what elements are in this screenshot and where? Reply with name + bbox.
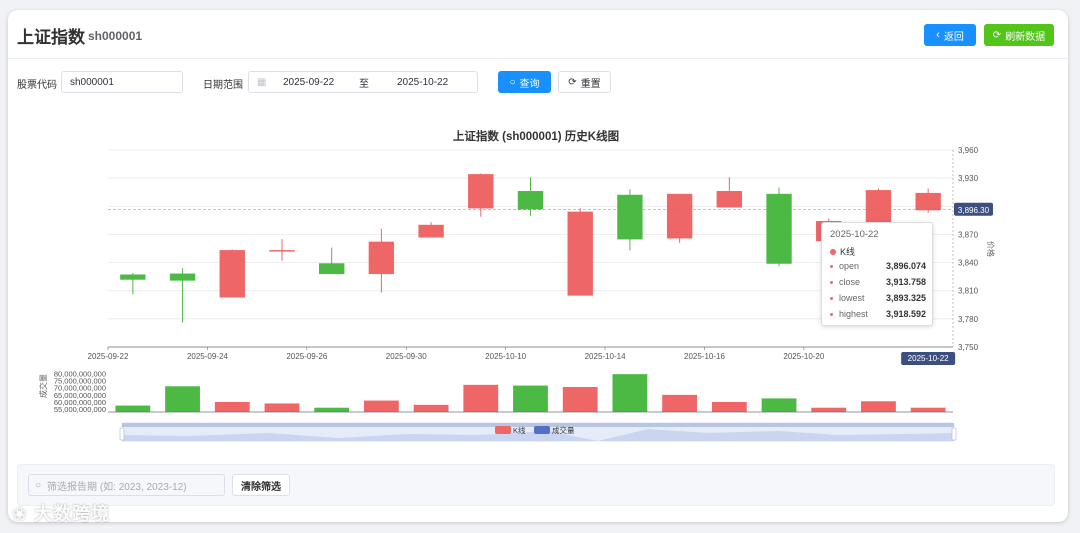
volume-bar[interactable] [910,407,946,412]
candle[interactable] [915,188,941,213]
candle[interactable] [617,189,643,251]
x-tick-label: 2025-09-24 [187,352,228,361]
y-tick-label: 3,960 [958,146,979,155]
tooltip-series-name: K线 [840,247,856,257]
candle-body [219,250,245,298]
legend-volume-label: 成交量 [552,425,575,435]
candle-body [269,250,295,252]
candle-body [368,241,395,275]
volume-bar[interactable] [711,402,747,412]
x-tick-label: 2025-09-26 [286,352,327,361]
candle[interactable] [865,188,892,226]
legend-kline-swatch [495,426,511,434]
volume-bar[interactable] [761,398,797,412]
zoom-left-handle[interactable] [119,427,125,441]
candle-body [915,192,941,211]
y-tick-label: 3,870 [958,230,979,239]
volume-tick-label: 80,000,000,000 [54,369,106,378]
candle-body [865,190,892,225]
volume-bar[interactable] [513,385,548,412]
volume-bars[interactable] [115,374,946,412]
candle-body [169,273,196,281]
volume-bar[interactable] [314,407,350,412]
candle[interactable] [468,173,494,217]
data-zoom-slider[interactable]: K线 成交量 [119,422,957,442]
y-tick-label: 3,840 [958,259,979,268]
price-axis-label: 价格 [986,241,996,257]
volume-bar[interactable] [165,386,200,412]
volume-bar[interactable] [463,384,499,412]
chart-title: 上证指数 (sh000001) 历史K线图 [453,129,619,143]
tooltip-row-lowest: lowest 3,893.325 [830,293,926,303]
tooltip-row-close: close 3,913.758 [830,277,926,287]
zoom-right-handle[interactable] [951,427,957,441]
candle-tooltip: 2025-10-22 K线 open 3,896.074 close 3,913.7… [821,222,933,326]
volume-bar[interactable] [662,394,698,412]
candle[interactable] [368,228,395,293]
y-tick-label: 3,780 [958,315,979,324]
tooltip-date: 2025-10-22 [830,229,879,240]
candles[interactable] [120,173,941,323]
volume-bar[interactable] [413,404,449,412]
y-tick-label: 3,750 [958,343,979,352]
tooltip-row-highest: highest 3,918.592 [830,309,926,319]
candle[interactable] [219,249,245,298]
candle[interactable] [766,187,792,267]
watermark-logo: ❀ 大数跨境 [12,504,111,524]
candle-body [666,193,693,239]
volume-bar[interactable] [811,407,847,412]
y-pointer-label: 3,896.30 [958,206,990,215]
volume-bar[interactable] [562,387,598,412]
tooltip-series: K线 [830,245,855,258]
candle[interactable] [319,247,345,275]
legend-volume-swatch [534,426,550,434]
x-tick-label: 2025-10-14 [585,352,626,361]
candle-body [418,224,444,238]
report-filter-placeholder: 筛选报告期 (如: 2023, 2023-12) [47,481,187,493]
report-filter-input[interactable]: ○ 筛选报告期 (如: 2023, 2023-12) [28,474,225,496]
candle[interactable] [716,177,742,208]
volume-bar[interactable] [115,405,151,412]
candle[interactable] [418,222,444,238]
candle[interactable] [120,272,146,295]
volume-bar[interactable] [363,400,399,412]
clear-filter-button[interactable]: 清除筛选 [232,474,290,496]
volume-bar[interactable] [861,401,896,412]
candle-body [120,274,146,280]
y-tick-label: 3,810 [958,287,979,296]
paw-icon: ❀ [12,504,29,524]
legend-kline-label: K线 [513,425,526,435]
volume-bar[interactable] [612,374,648,412]
candle-body [617,194,643,240]
x-tick-label: 2025-09-30 [386,352,427,361]
volume-axis-label: 成交量 [38,374,48,398]
x-tick-label: 2025-09-22 [88,352,129,361]
candle-body [567,211,593,296]
report-filter-bar: ○ 筛选报告期 (如: 2023, 2023-12) 清除筛选 [17,464,1055,506]
x-tick-label: 2025-10-20 [783,352,824,361]
candle-body [716,191,742,208]
candle[interactable] [666,193,693,243]
volume-bar[interactable] [264,403,300,412]
candle[interactable] [169,268,196,323]
candle-body [319,263,345,275]
series-dot-icon [830,249,836,255]
x-pointer-label: 2025-10-22 [908,354,949,363]
candle-body [517,191,544,210]
y-tick-label: 3,930 [958,174,979,183]
candle-body [766,193,792,264]
x-tick-label: 2025-10-16 [684,352,725,361]
candle-body [468,174,494,209]
candle[interactable] [269,239,295,261]
volume-bar[interactable] [214,402,250,412]
candle[interactable] [567,208,593,296]
main-card: 上证指数 sh000001 ‹ 返回 ⟳ 刷新数据 股票代码 sh000001 … [8,10,1068,522]
tooltip-row-open: open 3,896.074 [830,261,926,271]
x-tick-label: 2025-10-10 [485,352,526,361]
search-icon: ○ [35,479,42,491]
